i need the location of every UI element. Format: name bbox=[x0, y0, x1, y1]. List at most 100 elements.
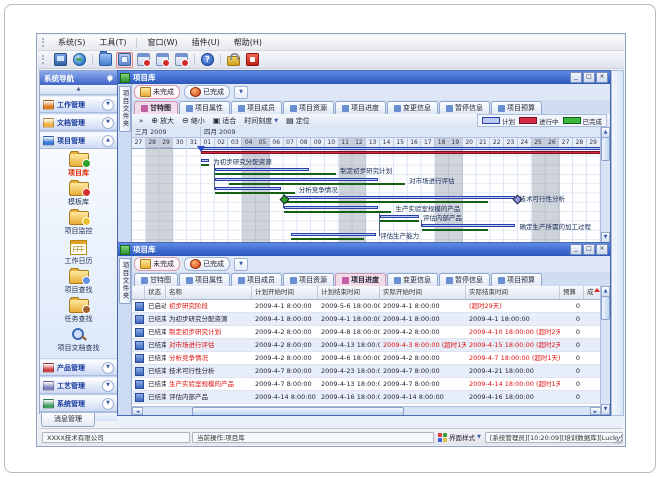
menu-window[interactable]: 窗口(W) bbox=[140, 36, 184, 49]
done-bar[interactable] bbox=[201, 164, 209, 166]
done-bar[interactable] bbox=[380, 220, 419, 222]
plan-bar[interactable] bbox=[215, 178, 378, 181]
done-bar[interactable] bbox=[215, 192, 295, 194]
scroll-left-arrow[interactable]: ◄ bbox=[132, 407, 143, 415]
plan-bar[interactable] bbox=[284, 196, 516, 199]
scroll-thumb[interactable] bbox=[601, 296, 610, 320]
gantt-vscroll[interactable]: ▲▼ bbox=[600, 127, 610, 243]
plan-bar[interactable] bbox=[380, 215, 419, 218]
finished-filter-button[interactable]: 已完成 bbox=[184, 85, 230, 99]
table-hscroll[interactable]: ◄► bbox=[132, 406, 601, 415]
scroll-right-arrow[interactable]: ► bbox=[590, 407, 601, 415]
table-row[interactable]: 已结束评估内部产品2009-4-14 8:00:002009-4-16 18:0… bbox=[132, 391, 601, 404]
scroll-down-arrow[interactable]: ▼ bbox=[601, 404, 610, 415]
message-management-tab[interactable]: 消息管理 bbox=[41, 413, 95, 427]
window-titlebar[interactable]: 项目库_□× bbox=[118, 243, 610, 256]
group-work-management[interactable]: 工作管理▼ bbox=[40, 96, 117, 113]
minimize-button[interactable]: _ bbox=[570, 72, 582, 83]
close-windows-icon[interactable] bbox=[173, 52, 190, 68]
interface-style-picker[interactable]: 界面样式 ▼ bbox=[438, 432, 481, 442]
done-bar[interactable] bbox=[291, 238, 364, 240]
group-document-management[interactable]: 文档管理▼ bbox=[40, 114, 117, 131]
more-tools-button[interactable]: » bbox=[135, 115, 147, 126]
group-project-management[interactable]: 项目管理▲ bbox=[40, 132, 117, 149]
plan-bar[interactable] bbox=[422, 224, 516, 227]
group-project-management-chevron[interactable]: ▲ bbox=[102, 135, 114, 147]
column-header[interactable]: 计划结束时间 bbox=[318, 286, 380, 299]
sidebar-item-project-monitor[interactable]: 项目监控 bbox=[40, 210, 117, 236]
menu-tools[interactable]: 工具(T) bbox=[92, 36, 133, 49]
project-folder-side-tab[interactable]: 项目文件夹 bbox=[119, 86, 131, 132]
sidebar-item-project-doc-search[interactable]: 项目文档查找 bbox=[40, 327, 117, 353]
plan-bar[interactable] bbox=[291, 233, 377, 236]
finished-filter-button[interactable]: 已完成 bbox=[184, 257, 230, 271]
group-product-management-chevron[interactable]: ▼ bbox=[102, 362, 114, 374]
group-product-management[interactable]: 产品管理▼ bbox=[40, 359, 117, 376]
close-button[interactable]: × bbox=[596, 244, 608, 255]
zoom-in-button[interactable]: ⊕放大 bbox=[147, 115, 178, 126]
time-scale-button[interactable]: 时间刻度▼ bbox=[240, 115, 282, 126]
sidebar-item-project-search[interactable]: 项目查找 bbox=[40, 269, 117, 295]
pin-icon[interactable] bbox=[106, 75, 113, 82]
locate-button[interactable]: ▤定位 bbox=[282, 115, 314, 126]
filter-overflow-button[interactable]: ▼ bbox=[234, 86, 248, 99]
window-titlebar[interactable]: 项目库_□× bbox=[118, 71, 610, 84]
scroll-thumb[interactable] bbox=[192, 407, 404, 416]
tab-project-budget[interactable]: 项目预算 bbox=[491, 273, 542, 286]
column-header[interactable]: 实际结束时间 bbox=[466, 286, 560, 299]
group-system-management[interactable]: 系统管理▼ bbox=[40, 395, 117, 412]
tab-project-resources[interactable]: 项目资源 bbox=[283, 101, 334, 114]
tab-project-properties[interactable]: 项目属性 bbox=[179, 101, 230, 114]
filter-overflow-button[interactable]: ▼ bbox=[234, 258, 248, 271]
column-header[interactable]: 计划开始时间 bbox=[252, 286, 318, 299]
menu-help[interactable]: 帮助(H) bbox=[227, 36, 269, 49]
done-bar[interactable] bbox=[229, 183, 406, 185]
group-process-management-chevron[interactable]: ▼ bbox=[102, 380, 114, 392]
resize-grip[interactable] bbox=[614, 436, 622, 444]
table-row[interactable]: 已结束制定初步研究计划2009-4-2 8:00:002009-4-8 18:0… bbox=[132, 326, 601, 339]
right-collapsed-panel[interactable] bbox=[611, 70, 624, 416]
project-folder-side-tab[interactable]: 项目文件夹 bbox=[119, 258, 131, 304]
tab-project-budget[interactable]: 项目预算 bbox=[491, 101, 542, 114]
tile-windows-icon[interactable] bbox=[154, 52, 171, 68]
unfinished-filter-button[interactable]: 未完成 bbox=[134, 257, 180, 271]
tab-change-info[interactable]: 变更信息 bbox=[387, 273, 438, 286]
fit-button[interactable]: ▣适合 bbox=[209, 115, 241, 126]
plan-bar[interactable] bbox=[215, 187, 281, 190]
exit-icon[interactable] bbox=[244, 52, 261, 68]
sidebar-item-project-library[interactable]: 项目库 bbox=[40, 152, 117, 178]
system-icon[interactable] bbox=[52, 52, 69, 68]
tab-gantt[interactable]: 甘特图 bbox=[134, 273, 178, 286]
table-row[interactable]: 已结束技术可行性分析2009-4-7 8:00:002009-4-23 18:0… bbox=[132, 365, 601, 378]
done-bar[interactable] bbox=[215, 173, 336, 175]
tab-project-properties[interactable]: 项目属性 bbox=[179, 273, 230, 286]
plan-bar[interactable] bbox=[284, 206, 378, 209]
help-icon[interactable] bbox=[199, 52, 216, 68]
done-bar[interactable] bbox=[422, 229, 488, 231]
maximize-button[interactable]: □ bbox=[583, 72, 595, 83]
table-row[interactable]: 已结束分析竞争情况2009-4-2 8:00:002009-4-6 18:00:… bbox=[132, 352, 601, 365]
table-vscroll[interactable]: ▲▼ bbox=[600, 286, 610, 415]
zoom-out-button[interactable]: ⊖缩小 bbox=[178, 115, 209, 126]
open-folder-icon[interactable] bbox=[97, 52, 114, 68]
tab-pause-info[interactable]: 暂停信息 bbox=[439, 273, 490, 286]
unfinished-filter-button[interactable]: 未完成 bbox=[134, 85, 180, 99]
project-plan-bar[interactable] bbox=[201, 147, 601, 150]
save-layout-icon[interactable] bbox=[116, 52, 133, 68]
table-row[interactable]: 已结束对市场进行评估2009-4-2 8:00:002009-4-13 18:0… bbox=[132, 339, 601, 352]
group-work-management-chevron[interactable]: ▼ bbox=[102, 99, 114, 111]
tab-project-members[interactable]: 项目成员 bbox=[231, 101, 282, 114]
done-bar[interactable] bbox=[284, 211, 392, 213]
tab-project-progress[interactable]: 项目进度 bbox=[335, 101, 386, 114]
column-header[interactable]: 名称 bbox=[166, 286, 252, 299]
sidebar-item-task-search[interactable]: 任务查找 bbox=[40, 298, 117, 324]
lock-icon[interactable] bbox=[225, 52, 242, 68]
sidebar-item-template-library[interactable]: 模板库 bbox=[40, 181, 117, 207]
maximize-button[interactable]: □ bbox=[583, 244, 595, 255]
menu-plugin[interactable]: 插件(U) bbox=[185, 36, 227, 49]
sidebar-scroll-up[interactable]: ▲ bbox=[40, 85, 117, 95]
done-bar[interactable] bbox=[284, 201, 488, 203]
tab-change-info[interactable]: 变更信息 bbox=[387, 101, 438, 114]
tab-gantt[interactable]: 甘特图 bbox=[134, 101, 178, 114]
column-header[interactable]: 实际开始时间 bbox=[380, 286, 466, 299]
